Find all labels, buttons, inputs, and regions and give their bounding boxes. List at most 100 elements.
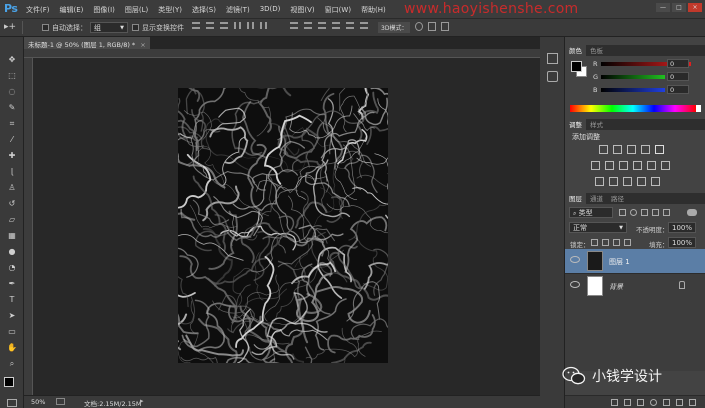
trash-icon[interactable] xyxy=(689,399,696,406)
eye-icon[interactable] xyxy=(570,256,580,263)
layer-row-1[interactable]: 图层 1 xyxy=(565,249,705,273)
channel-g-value[interactable]: 0 xyxy=(667,72,689,81)
document-tab[interactable]: 未标题-1 @ 50% (图层 1, RGB/8) * × xyxy=(24,37,150,49)
hand-tool-icon[interactable]: ✋ xyxy=(5,341,19,355)
distribute-left-icon[interactable] xyxy=(332,22,340,29)
eye-icon[interactable] xyxy=(570,281,580,288)
foreground-color-chip[interactable] xyxy=(571,61,582,72)
type-tool-icon[interactable]: T xyxy=(5,293,19,307)
menu-window[interactable]: 窗口(W) xyxy=(325,5,351,15)
invert-icon[interactable] xyxy=(595,177,604,186)
maximize-button[interactable]: □ xyxy=(672,3,686,12)
adjustment-filter-icon[interactable] xyxy=(630,209,637,216)
tab-styles[interactable]: 样式 xyxy=(586,118,607,130)
menu-layer[interactable]: 图层(L) xyxy=(125,5,148,15)
gradient-tool-icon[interactable]: ▦ xyxy=(5,229,19,243)
layer-filter-dropdown[interactable]: ⌕ 类型 xyxy=(569,207,613,218)
align-left-icon[interactable] xyxy=(234,22,241,29)
channel-g-slider[interactable] xyxy=(601,75,665,79)
clone-stamp-tool-icon[interactable]: ♙ xyxy=(5,181,19,195)
foreground-color-swatch[interactable] xyxy=(4,377,14,387)
document-canvas[interactable] xyxy=(178,88,388,363)
history-brush-tool-icon[interactable]: ↺ xyxy=(5,197,19,211)
brightness-contrast-icon[interactable] xyxy=(599,145,608,154)
align-bottom-icon[interactable] xyxy=(220,22,228,29)
tab-swatches[interactable]: 色板 xyxy=(586,44,607,56)
menu-edit[interactable]: 编辑(E) xyxy=(60,5,84,15)
fx-icon[interactable] xyxy=(624,399,631,406)
distribute-bottom-icon[interactable] xyxy=(318,22,326,29)
zoom-level[interactable]: 50% xyxy=(31,398,45,406)
color-lookup-icon[interactable] xyxy=(661,161,670,170)
mask-icon[interactable] xyxy=(637,399,644,406)
tab-layers[interactable]: 图层 xyxy=(565,192,586,204)
folder-icon[interactable] xyxy=(663,399,670,406)
menu-3d[interactable]: 3D(D) xyxy=(260,5,281,15)
distribute-right-icon[interactable] xyxy=(360,22,368,29)
lock-transparent-icon[interactable] xyxy=(591,239,598,246)
zoom-tool-icon[interactable]: ⌕ xyxy=(5,357,19,371)
eraser-tool-icon[interactable]: ▱ xyxy=(5,213,19,227)
fill-field[interactable]: 100% xyxy=(668,237,696,248)
quick-select-tool-icon[interactable]: ✎ xyxy=(5,101,19,115)
new-layer-icon[interactable] xyxy=(676,399,683,406)
distribute-hcenter-icon[interactable] xyxy=(346,22,354,29)
rotate-3d-icon[interactable] xyxy=(415,22,424,31)
quick-mask-icon[interactable] xyxy=(7,399,17,407)
link-icon[interactable] xyxy=(611,399,618,406)
tab-channels[interactable]: 通道 xyxy=(586,192,607,204)
hue-saturation-icon[interactable] xyxy=(591,161,600,170)
tab-color[interactable]: 颜色 xyxy=(565,44,586,56)
menu-file[interactable]: 文件(F) xyxy=(26,5,50,15)
menu-select[interactable]: 选择(S) xyxy=(192,5,216,15)
healing-brush-tool-icon[interactable]: ✚ xyxy=(5,149,19,163)
export-icon[interactable] xyxy=(56,398,65,405)
arrow-right-icon[interactable]: ▸ xyxy=(140,397,144,405)
photo-filter-icon[interactable] xyxy=(633,161,642,170)
menu-help[interactable]: 帮助(H) xyxy=(361,5,386,15)
filter-toggle[interactable] xyxy=(687,209,697,216)
drag-3d-icon[interactable] xyxy=(441,22,450,31)
white-swatch[interactable] xyxy=(696,105,701,112)
roll-3d-icon[interactable] xyxy=(428,22,437,31)
align-top-icon[interactable] xyxy=(192,22,200,29)
layer-1-name[interactable]: 图层 1 xyxy=(609,257,630,267)
align-right-icon[interactable] xyxy=(260,22,267,29)
rectangle-tool-icon[interactable]: ▭ xyxy=(5,325,19,339)
type-filter-icon[interactable] xyxy=(641,209,648,216)
history-panel-icon[interactable] xyxy=(547,53,558,64)
distribute-top-icon[interactable] xyxy=(290,22,298,29)
color-spectrum-bar[interactable] xyxy=(570,105,696,112)
layer-2-name[interactable]: 背景 xyxy=(609,282,623,292)
threshold-icon[interactable] xyxy=(623,177,632,186)
close-icon[interactable]: × xyxy=(140,41,145,49)
lock-all-icon[interactable] xyxy=(624,239,631,246)
channel-r-value[interactable]: 0 xyxy=(667,59,689,68)
move-tool-icon[interactable]: ✥ xyxy=(5,53,19,67)
move-tool-preset-icon[interactable]: ▸+ xyxy=(4,22,18,33)
menu-filter[interactable]: 滤镜(T) xyxy=(226,5,250,15)
menu-view[interactable]: 视图(V) xyxy=(290,5,314,15)
minimize-button[interactable]: — xyxy=(656,3,670,12)
channel-b-value[interactable]: 0 xyxy=(667,85,689,94)
brush-tool-icon[interactable]: ɭ xyxy=(5,165,19,179)
pen-tool-icon[interactable]: ✒ xyxy=(5,277,19,291)
lock-pixels-icon[interactable] xyxy=(602,239,609,246)
smart-object-filter-icon[interactable] xyxy=(663,209,670,216)
dodge-tool-icon[interactable]: ◔ xyxy=(5,261,19,275)
show-transform-checkbox[interactable] xyxy=(132,24,139,31)
marquee-tool-icon[interactable]: ⬚ xyxy=(5,69,19,83)
menu-type[interactable]: 类型(Y) xyxy=(158,5,182,15)
layer-row-2[interactable]: 背景 xyxy=(565,273,705,297)
color-balance-icon[interactable] xyxy=(605,161,614,170)
blur-tool-icon[interactable]: ● xyxy=(5,245,19,259)
opacity-field[interactable]: 100% xyxy=(668,222,696,233)
lasso-tool-icon[interactable]: ◌ xyxy=(5,85,19,99)
shape-filter-icon[interactable] xyxy=(652,209,659,216)
lock-position-icon[interactable] xyxy=(613,239,620,246)
actions-panel-icon[interactable] xyxy=(547,71,558,82)
distribute-vcenter-icon[interactable] xyxy=(304,22,312,29)
menu-image[interactable]: 图像(I) xyxy=(93,5,115,15)
align-hcenter-icon[interactable] xyxy=(247,22,254,29)
path-select-tool-icon[interactable]: ➤ xyxy=(5,309,19,323)
